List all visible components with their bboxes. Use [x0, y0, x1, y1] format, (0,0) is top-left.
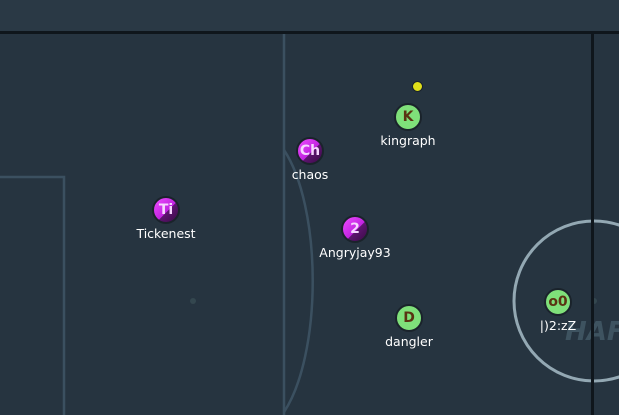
field-markings: HAFZ: [0, 34, 619, 415]
ball: [412, 81, 423, 92]
player-name: |)2:zZ: [539, 318, 577, 333]
player-name: Tickenest: [136, 226, 196, 241]
penalty-box-line: [0, 175, 66, 415]
player-angryjay93: 2 Angryjay93: [295, 215, 415, 260]
player-name: Angryjay93: [319, 245, 391, 260]
top-wall: [0, 0, 619, 34]
player-name: chaos: [291, 167, 329, 182]
right-wall: [591, 31, 594, 415]
player-avatar: Ch: [296, 137, 324, 165]
player-avatar: 2: [341, 215, 369, 243]
player-zz: o0 |)2:zZ: [498, 288, 618, 333]
player-avatar: D: [395, 304, 423, 332]
player-avatar: o0: [544, 288, 572, 316]
player-avatar: Ti: [152, 196, 180, 224]
player-dangler: D dangler: [349, 304, 469, 349]
player-avatar: K: [394, 103, 422, 131]
center-circle-arc: [282, 149, 314, 413]
player-tickenest: Ti Tickenest: [106, 196, 226, 241]
player-chaos: Ch chaos: [250, 137, 370, 182]
player-name: dangler: [385, 334, 433, 349]
penalty-spot: [190, 298, 196, 304]
game-field: HAFZ K kingraph Ch chaos Ti Tickenest 2 …: [0, 0, 619, 415]
